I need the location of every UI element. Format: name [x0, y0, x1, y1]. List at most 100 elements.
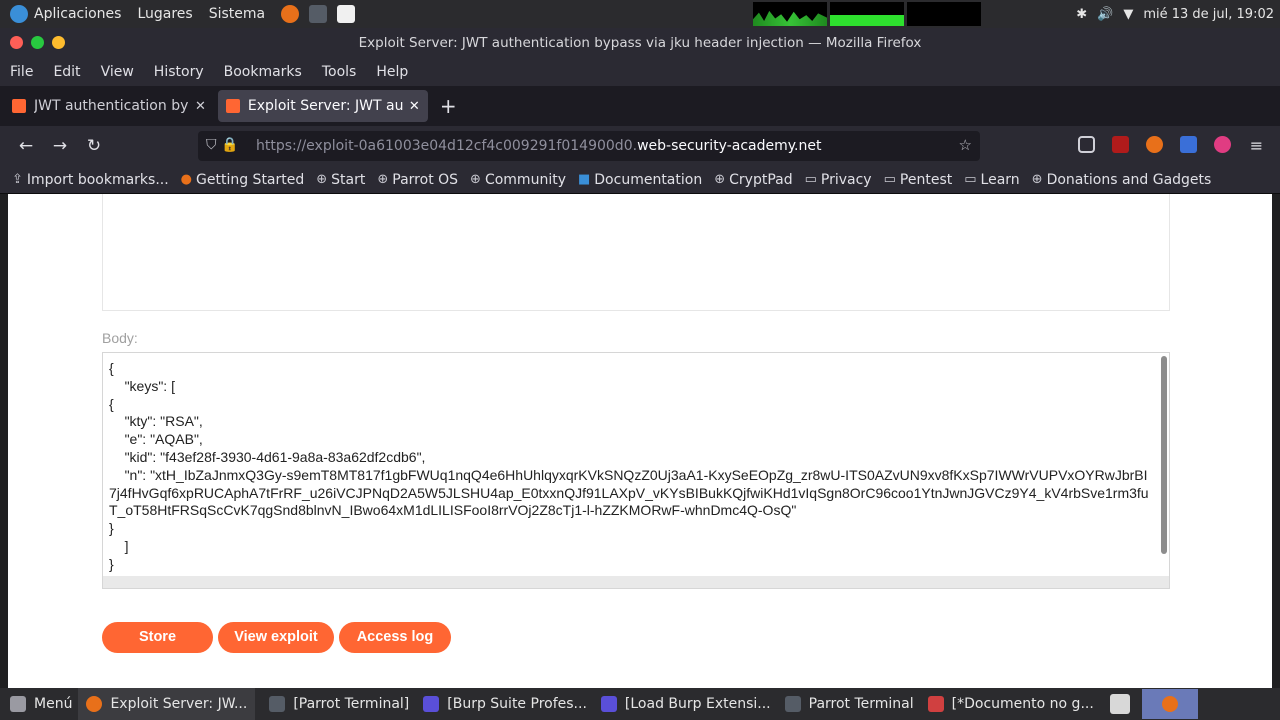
- clock[interactable]: mié 13 de jul, 19:02: [1143, 7, 1274, 22]
- hamburger-menu-icon[interactable]: ≡: [1248, 136, 1265, 155]
- burp-icon: [600, 696, 617, 712]
- globe-icon: ⊕: [714, 172, 726, 187]
- wifi-icon[interactable]: ▼: [1123, 7, 1133, 22]
- globe-icon: ⊕: [1031, 172, 1043, 187]
- body-label: Body:: [102, 330, 138, 346]
- system-tray: ✱ 🔊 ▼ mié 13 de jul, 19:02: [1076, 0, 1274, 28]
- tab-exploit-server[interactable]: Exploit Server: JWT authe ✕: [217, 90, 428, 122]
- firefox-icon: [1161, 696, 1178, 712]
- taskbar-firefox[interactable]: Exploit Server: JW...: [78, 688, 256, 720]
- access-log-button[interactable]: Access log: [339, 622, 451, 653]
- bookmark-folder-pentest[interactable]: ▭ Pentest: [884, 172, 953, 188]
- taskbar: Menú Exploit Server: JW... [Parrot Termi…: [0, 688, 1280, 720]
- workspace-preview[interactable]: [1141, 689, 1198, 719]
- bookmark-getting-started[interactable]: ● Getting Started: [181, 172, 305, 188]
- bookmark-folder-privacy[interactable]: ▭ Privacy: [805, 172, 872, 188]
- bookmark-folder-learn[interactable]: ▭ Learn: [964, 172, 1019, 188]
- taskbar-terminal-2[interactable]: Parrot Terminal: [784, 696, 914, 712]
- body-textarea-value: { "keys": [ { "kty": "RSA", "e": "AQAB",…: [109, 360, 1149, 572]
- menu-help[interactable]: Help: [376, 64, 408, 80]
- bookmark-import[interactable]: ⇪ Import bookmarks...: [12, 172, 169, 188]
- url-domain: web-security-academy.net: [637, 138, 822, 154]
- tab-title: Exploit Server: JWT authe: [247, 98, 403, 114]
- body-textarea[interactable]: { "keys": [ { "kty": "RSA", "e": "AQAB",…: [102, 352, 1170, 589]
- globe-icon: ⊕: [377, 172, 389, 187]
- terminal-icon: [784, 696, 801, 712]
- maximize-window-button[interactable]: [31, 36, 44, 49]
- firefox-icon: ●: [180, 172, 193, 187]
- menu-tools[interactable]: Tools: [322, 64, 357, 80]
- start-menu-button[interactable]: Menú: [10, 696, 72, 712]
- doc-icon: ■: [577, 172, 591, 187]
- globe-icon: ⊕: [470, 172, 481, 187]
- view-exploit-button[interactable]: View exploit: [218, 622, 334, 653]
- reload-icon[interactable]: ↻: [84, 136, 104, 156]
- os-top-panel: Aplicaciones Lugares Sistema ✱ 🔊 ▼ mié 1…: [0, 0, 1280, 28]
- menu-history[interactable]: History: [154, 64, 204, 80]
- cpu-graph: [753, 2, 827, 26]
- document-icon: [927, 696, 944, 712]
- url-bar[interactable]: ⛉ 🔒 https://exploit-0a61003e04d12cf4c009…: [198, 131, 980, 161]
- window-title: Exploit Server: JWT authentication bypas…: [358, 35, 922, 51]
- menu-edit[interactable]: Edit: [53, 64, 80, 80]
- bookmark-cryptpad[interactable]: ⊕ CryptPad: [714, 172, 792, 188]
- close-tab-icon[interactable]: ✕: [409, 99, 420, 114]
- firefox-launcher-icon[interactable]: [281, 5, 300, 23]
- page-content: Body: { "keys": [ { "kty": "RSA", "e": "…: [8, 194, 1272, 688]
- headers-textarea[interactable]: [102, 194, 1170, 311]
- tab-jwt-lab[interactable]: JWT authentication bypass ✕: [4, 90, 214, 122]
- burp-extension-icon[interactable]: [1146, 136, 1163, 153]
- bookmark-community[interactable]: ⊕ Community: [470, 172, 566, 188]
- taskbar-burp-suite[interactable]: [Burp Suite Profes...: [423, 696, 587, 712]
- bookmark-start[interactable]: ⊕ Start: [316, 172, 365, 188]
- menu-bar: File Edit View History Bookmarks Tools H…: [0, 58, 1280, 86]
- menu-bookmarks[interactable]: Bookmarks: [224, 64, 302, 80]
- translate-icon[interactable]: [1180, 136, 1197, 153]
- tab-bar: JWT authentication bypass ✕ Exploit Serv…: [0, 86, 1280, 126]
- navigation-bar: ← → ↻ ⛉ 🔒 https://exploit-0a61003e04d12c…: [0, 126, 1280, 166]
- burp-icon: [423, 696, 440, 712]
- extensions-toolbar: ≡: [1078, 136, 1265, 155]
- terminal-icon: [269, 696, 286, 712]
- bluetooth-icon[interactable]: ✱: [1076, 7, 1087, 22]
- grid-icon: [10, 696, 26, 712]
- page-scrollbar[interactable]: [1272, 194, 1280, 688]
- textarea-scrollbar[interactable]: [1161, 356, 1167, 554]
- firefox-icon: [86, 696, 103, 712]
- close-tab-icon[interactable]: ✕: [195, 99, 206, 114]
- portswigger-favicon-icon: [225, 99, 240, 113]
- close-window-button[interactable]: [10, 36, 23, 49]
- lock-icon[interactable]: ⛉ 🔒: [206, 137, 238, 153]
- places-menu[interactable]: Lugares: [137, 6, 192, 22]
- bookmark-documentation[interactable]: ■ Documentation: [578, 172, 702, 188]
- workspace-switcher[interactable]: [1109, 694, 1138, 714]
- bookmark-parrot-os[interactable]: ⊕ Parrot OS: [377, 172, 458, 188]
- system-menu[interactable]: Sistema: [209, 6, 265, 22]
- new-tab-button[interactable]: +: [440, 94, 457, 118]
- forward-icon[interactable]: →: [50, 136, 70, 156]
- pocket-icon[interactable]: [1078, 136, 1095, 153]
- tab-title: JWT authentication bypass: [34, 98, 189, 114]
- text-editor-launcher-icon[interactable]: [337, 5, 356, 23]
- applications-menu[interactable]: Aplicaciones: [34, 6, 121, 22]
- folder-icon: ▭: [804, 172, 817, 187]
- taskbar-load-burp-ext[interactable]: [Load Burp Extensi...: [600, 696, 771, 712]
- system-monitor: [753, 2, 981, 26]
- menu-file[interactable]: File: [10, 64, 33, 80]
- import-icon: ⇪: [12, 172, 23, 187]
- terminal-launcher-icon[interactable]: [309, 5, 328, 23]
- taskbar-terminal-1[interactable]: [Parrot Terminal]: [269, 696, 409, 712]
- folder-icon: ▭: [964, 172, 977, 187]
- taskbar-document[interactable]: [*Documento no g...: [927, 696, 1094, 712]
- minimize-window-button[interactable]: [52, 36, 65, 49]
- bookmarks-toolbar: ⇪ Import bookmarks... ● Getting Started ⊕ S…: [0, 166, 1280, 194]
- mouse-extension-icon[interactable]: [1214, 136, 1231, 153]
- parrot-logo-icon[interactable]: [10, 5, 28, 23]
- menu-view[interactable]: View: [101, 64, 134, 80]
- bookmark-donations[interactable]: ⊕ Donations and Gadgets: [1032, 172, 1212, 188]
- ublock-icon[interactable]: [1112, 136, 1129, 153]
- back-icon[interactable]: ←: [16, 136, 36, 156]
- volume-icon[interactable]: 🔊: [1097, 7, 1113, 22]
- bookmark-star-icon[interactable]: ☆: [959, 136, 972, 154]
- store-button[interactable]: Store: [102, 622, 213, 653]
